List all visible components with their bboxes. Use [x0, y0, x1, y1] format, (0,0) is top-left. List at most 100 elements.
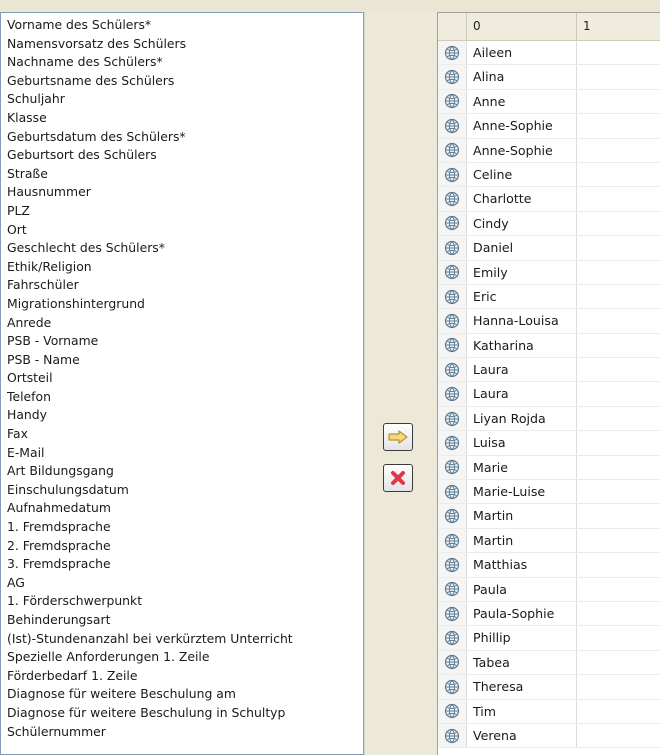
- field-list-item[interactable]: Anrede: [7, 314, 363, 333]
- cell-empty[interactable]: [577, 334, 660, 357]
- cell-name[interactable]: Martin: [467, 504, 577, 528]
- cell-name[interactable]: Anne-Sophie: [467, 138, 577, 162]
- cell-empty[interactable]: [577, 41, 660, 64]
- cell-empty[interactable]: [577, 700, 660, 723]
- table-row[interactable]: Celine: [438, 162, 660, 188]
- table-row[interactable]: Phillip: [438, 626, 660, 651]
- cell-name[interactable]: Laura: [467, 382, 577, 406]
- assign-button[interactable]: [383, 423, 413, 451]
- remove-button[interactable]: [383, 464, 413, 492]
- field-list-item[interactable]: Einschulungsdatum: [7, 481, 363, 500]
- field-list-item[interactable]: Ortsteil: [7, 369, 363, 388]
- field-list-item[interactable]: 1. Förderschwerpunkt: [7, 592, 363, 611]
- cell-empty[interactable]: [577, 163, 660, 186]
- field-list-item[interactable]: Geburtsname des Schülers: [7, 72, 363, 91]
- cell-name[interactable]: Charlotte: [467, 187, 577, 211]
- cell-empty[interactable]: [577, 675, 660, 698]
- table-row[interactable]: Matthias: [438, 553, 660, 578]
- field-list-item[interactable]: Vorname des Schülers*: [7, 16, 363, 35]
- cell-empty[interactable]: [577, 309, 660, 332]
- cell-name[interactable]: Martin: [467, 528, 577, 553]
- table-row[interactable]: Laura: [438, 382, 660, 407]
- field-list-item[interactable]: Straße: [7, 165, 363, 184]
- cell-name[interactable]: Celine: [467, 162, 577, 187]
- table-row[interactable]: Tim: [438, 699, 660, 724]
- field-list-item[interactable]: Geburtsort des Schülers: [7, 146, 363, 165]
- cell-empty[interactable]: [577, 139, 660, 162]
- cell-name[interactable]: Aileen: [467, 41, 577, 65]
- cell-empty[interactable]: [577, 431, 660, 454]
- cell-empty[interactable]: [577, 626, 660, 649]
- cell-empty[interactable]: [577, 358, 660, 381]
- student-grid[interactable]: 0 1 Aileen Alina Anne Anne-Sophie Anne-Sophi…: [437, 12, 660, 755]
- field-list-item[interactable]: Telefon: [7, 388, 363, 407]
- field-list-item[interactable]: AG: [7, 574, 363, 593]
- table-row[interactable]: Laura: [438, 358, 660, 383]
- table-row[interactable]: Luisa: [438, 431, 660, 456]
- field-list-item[interactable]: 1. Fremdsprache: [7, 518, 363, 537]
- table-row[interactable]: Charlotte: [438, 187, 660, 212]
- cell-name[interactable]: Verena: [467, 723, 577, 748]
- cell-empty[interactable]: [577, 236, 660, 259]
- table-row[interactable]: Martin: [438, 528, 660, 554]
- table-row[interactable]: Paula-Sophie: [438, 601, 660, 627]
- field-list-item[interactable]: Diagnose für weitere Beschulung in Schul…: [7, 704, 363, 723]
- cell-name[interactable]: Katharina: [467, 333, 577, 358]
- cell-name[interactable]: Emily: [467, 260, 577, 284]
- column-header-1[interactable]: 1: [577, 13, 660, 40]
- cell-name[interactable]: Luisa: [467, 431, 577, 455]
- table-row[interactable]: Theresa: [438, 675, 660, 700]
- table-row[interactable]: Anne-Sophie: [438, 138, 660, 163]
- cell-empty[interactable]: [577, 114, 660, 137]
- cell-empty[interactable]: [577, 480, 660, 503]
- cell-empty[interactable]: [577, 578, 660, 601]
- cell-name[interactable]: Marie-Luise: [467, 480, 577, 504]
- table-row[interactable]: Emily: [438, 260, 660, 285]
- field-list-item[interactable]: Ethik/Religion: [7, 258, 363, 277]
- field-list-item[interactable]: Handy: [7, 406, 363, 425]
- cell-empty[interactable]: [577, 212, 660, 235]
- field-list-item[interactable]: PLZ: [7, 202, 363, 221]
- table-row[interactable]: Aileen: [438, 41, 660, 66]
- cell-name[interactable]: Daniel: [467, 236, 577, 260]
- table-row[interactable]: Cindy: [438, 211, 660, 237]
- cell-name[interactable]: Phillip: [467, 626, 577, 650]
- table-row[interactable]: Marie: [438, 455, 660, 481]
- field-list-item[interactable]: Aufnahmedatum: [7, 499, 363, 518]
- cell-name[interactable]: Alina: [467, 65, 577, 89]
- field-list-item[interactable]: Klasse: [7, 109, 363, 128]
- field-list-item[interactable]: Fax: [7, 425, 363, 444]
- cell-empty[interactable]: [577, 407, 660, 430]
- table-row[interactable]: Liyan Rojda: [438, 406, 660, 432]
- field-list-item[interactable]: 3. Fremdsprache: [7, 555, 363, 574]
- field-list-item[interactable]: E-Mail: [7, 444, 363, 463]
- field-list-item[interactable]: Fahrschüler: [7, 276, 363, 295]
- table-row[interactable]: Paula: [438, 577, 660, 602]
- cell-name[interactable]: Tim: [467, 699, 577, 723]
- table-row[interactable]: Eric: [438, 284, 660, 310]
- cell-empty[interactable]: [577, 382, 660, 405]
- cell-empty[interactable]: [577, 602, 660, 625]
- field-list-item[interactable]: Geburtsdatum des Schülers*: [7, 128, 363, 147]
- cell-name[interactable]: Matthias: [467, 553, 577, 577]
- field-list-item[interactable]: Förderbedarf 1. Zeile: [7, 667, 363, 686]
- table-row[interactable]: Anne: [438, 89, 660, 115]
- table-row[interactable]: Daniel: [438, 236, 660, 261]
- field-list-item[interactable]: PSB - Name: [7, 351, 363, 370]
- table-row[interactable]: Hanna-Louisa: [438, 309, 660, 334]
- field-list-item[interactable]: Behinderungsart: [7, 611, 363, 630]
- field-list-item[interactable]: Diagnose für weitere Beschulung am: [7, 685, 363, 704]
- cell-empty[interactable]: [577, 285, 660, 308]
- cell-empty[interactable]: [577, 529, 660, 552]
- table-row[interactable]: Marie-Luise: [438, 480, 660, 505]
- cell-empty[interactable]: [577, 456, 660, 479]
- cell-name[interactable]: Paula: [467, 577, 577, 601]
- field-list-item[interactable]: (Ist)-Stundenanzahl bei verkürztem Unter…: [7, 630, 363, 649]
- field-list[interactable]: Vorname des Schülers* Namensvorsatz des S…: [0, 12, 364, 755]
- field-list-item[interactable]: Nachname des Schülers*: [7, 53, 363, 72]
- table-row[interactable]: Tabea: [438, 650, 660, 676]
- cell-empty[interactable]: [577, 651, 660, 674]
- column-header-0[interactable]: 0: [467, 13, 577, 40]
- table-row[interactable]: Katharina: [438, 333, 660, 359]
- field-list-item[interactable]: Geschlecht des Schülers*: [7, 239, 363, 258]
